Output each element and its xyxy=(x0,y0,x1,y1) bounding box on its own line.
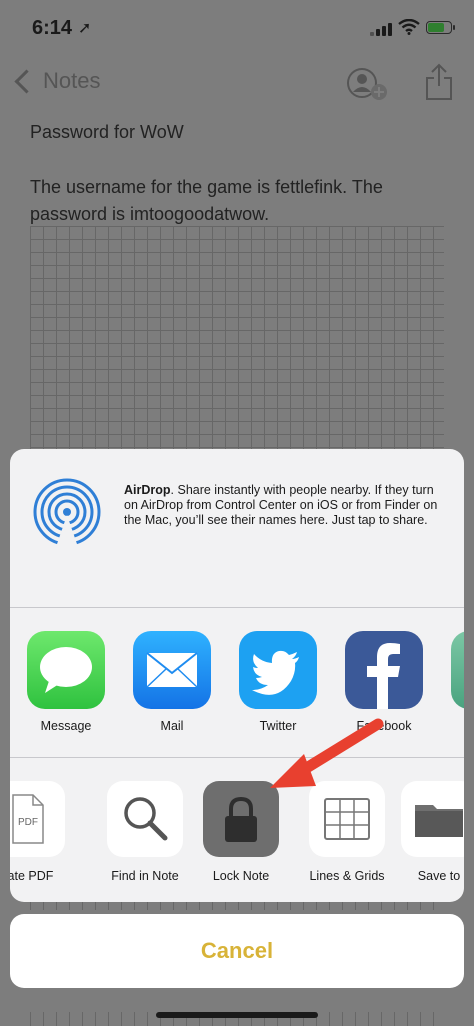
share-icon[interactable] xyxy=(424,62,454,102)
action-create-pdf[interactable]: PDF eate PDF xyxy=(10,781,82,883)
action-label: Save to xyxy=(417,869,461,883)
cellular-signal-icon xyxy=(370,22,392,36)
action-save-to[interactable]: Save to xyxy=(384,781,464,883)
pdf-icon: PDF xyxy=(10,781,65,857)
folder-icon xyxy=(401,781,464,857)
facebook-icon xyxy=(345,631,423,709)
pdf-tile-text: PDF xyxy=(18,817,38,828)
add-people-icon[interactable] xyxy=(346,66,390,104)
action-find-in-note[interactable]: Find in Note xyxy=(90,781,200,883)
airdrop-icon xyxy=(33,478,101,547)
nav-bar: Notes xyxy=(0,62,474,106)
app-row: Message Mail Twitter Facebook xyxy=(10,607,464,757)
note-title: Password for WoW xyxy=(30,122,184,142)
status-time: 6:14 xyxy=(32,17,73,39)
note-grid xyxy=(30,226,444,452)
app-message[interactable]: Message xyxy=(26,631,106,733)
location-arrow-icon: ➚ xyxy=(78,20,92,37)
airdrop-section[interactable]: AirDrop. Share instantly with people nea… xyxy=(10,449,464,607)
action-label: eate PDF xyxy=(10,869,54,883)
back-button[interactable]: Notes xyxy=(12,68,100,94)
app-label: Mail xyxy=(160,719,184,733)
action-row: PDF eate PDF Find in Note Lock Note Line… xyxy=(10,757,464,902)
share-sheet: AirDrop. Share instantly with people nea… xyxy=(10,449,464,902)
search-icon xyxy=(107,781,183,857)
cancel-button[interactable]: Cancel xyxy=(10,914,464,988)
app-partial[interactable] xyxy=(450,631,464,709)
action-label: Lock Note xyxy=(212,869,270,883)
airdrop-body: . Share instantly with people nearby. If… xyxy=(124,483,438,527)
red-arrow-annotation xyxy=(270,718,384,788)
app-partial-icon xyxy=(451,631,464,709)
status-bar: 6:14 ➚ xyxy=(0,0,474,56)
wifi-icon xyxy=(398,19,420,35)
airdrop-heading: AirDrop xyxy=(124,483,171,497)
battery-icon xyxy=(426,21,455,34)
note-body: The username for the game is fettlefink.… xyxy=(30,177,383,224)
home-indicator[interactable] xyxy=(156,1012,318,1018)
app-label: Message xyxy=(40,719,92,733)
action-label: Find in Note xyxy=(111,869,179,883)
mail-icon xyxy=(133,631,211,709)
chevron-left-icon xyxy=(14,68,39,94)
twitter-icon xyxy=(239,631,317,709)
airdrop-description: AirDrop. Share instantly with people nea… xyxy=(124,483,444,528)
back-label: Notes xyxy=(43,68,101,93)
messages-icon xyxy=(27,631,105,709)
app-mail[interactable]: Mail xyxy=(132,631,212,733)
